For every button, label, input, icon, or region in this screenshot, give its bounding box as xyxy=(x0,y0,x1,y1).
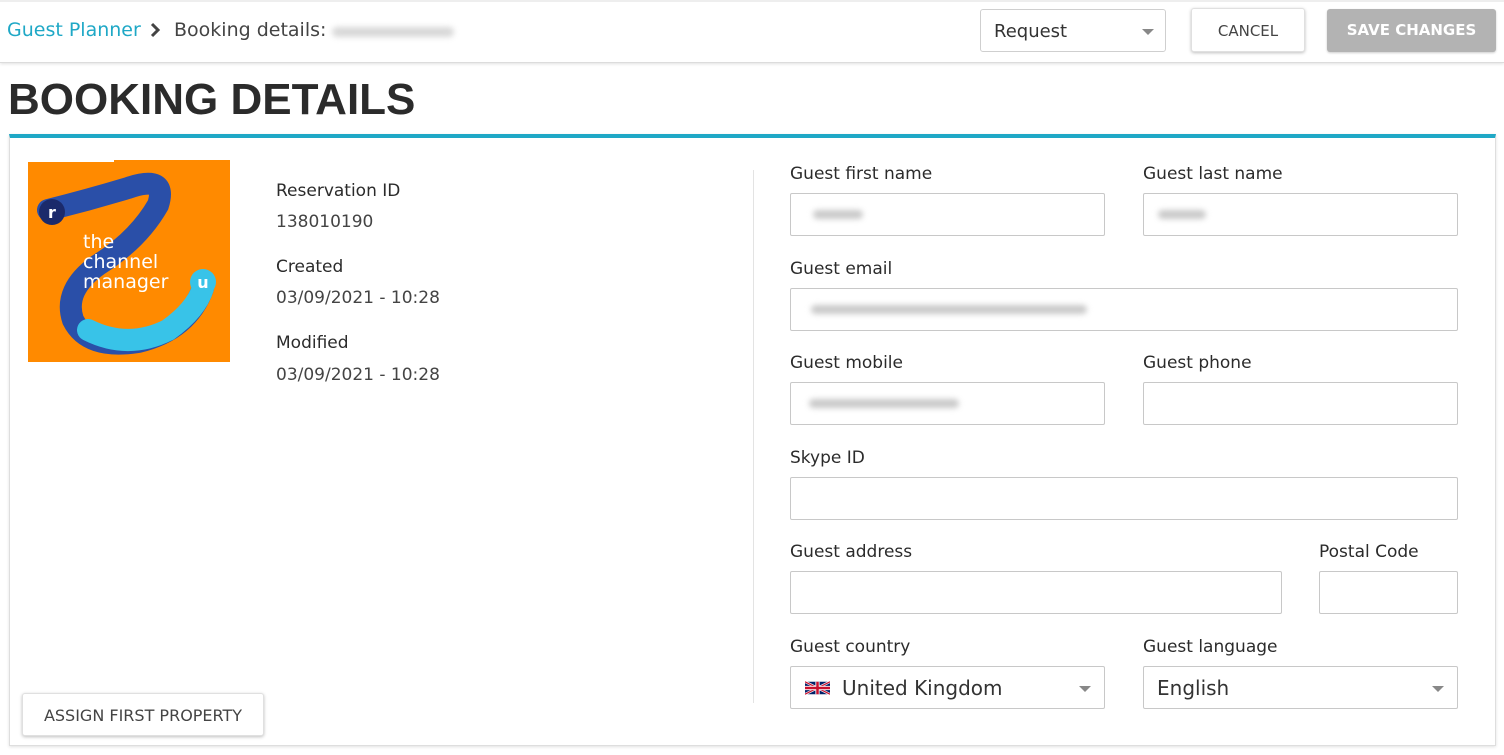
language-select[interactable]: English xyxy=(1143,666,1458,709)
skype-id-input[interactable] xyxy=(790,477,1458,520)
booking-status-select[interactable]: Request xyxy=(980,9,1166,52)
postal-code-input[interactable] xyxy=(1319,571,1458,614)
phone-label: Guest phone xyxy=(1143,353,1252,373)
logo-top-strip xyxy=(28,160,114,162)
redacted-text xyxy=(813,210,863,219)
address-label: Guest address xyxy=(790,542,913,562)
modified-label: Modified xyxy=(276,333,349,353)
mobile-label: Guest mobile xyxy=(790,353,903,373)
logo-word-the: the xyxy=(83,231,114,253)
mobile-input[interactable] xyxy=(790,382,1105,425)
breadcrumb-guest-planner-link[interactable]: Guest Planner xyxy=(7,19,141,41)
reservation-id-value: 138010190 xyxy=(276,212,374,232)
last-name-input[interactable] xyxy=(1143,193,1458,236)
breadcrumb-current: Booking details: xyxy=(174,19,327,41)
top-bar: Guest Planner Booking details: Request C… xyxy=(0,0,1504,63)
chevron-down-icon xyxy=(1142,29,1154,35)
language-value: English xyxy=(1157,676,1230,700)
email-label: Guest email xyxy=(790,259,893,279)
country-select[interactable]: United Kingdom xyxy=(790,666,1105,709)
redacted-text xyxy=(809,399,959,408)
created-value: 03/09/2021 - 10:28 xyxy=(276,288,440,308)
skype-id-label: Skype ID xyxy=(790,448,865,468)
postal-code-label: Postal Code xyxy=(1319,542,1419,562)
country-label: Guest country xyxy=(790,637,911,657)
chevron-down-icon xyxy=(1432,686,1444,692)
save-changes-button[interactable]: SAVE CHANGES xyxy=(1327,9,1496,52)
logo-letter-r: r xyxy=(48,203,56,222)
redacted-guest-name xyxy=(332,27,454,37)
last-name-label: Guest last name xyxy=(1143,164,1283,184)
address-input[interactable] xyxy=(790,571,1282,614)
logo-word-manager: manager xyxy=(83,271,169,293)
logo-letter-u: u xyxy=(197,273,208,292)
redacted-text xyxy=(811,305,1087,314)
booking-status-value: Request xyxy=(994,21,1068,42)
country-value: United Kingdom xyxy=(842,676,1003,700)
column-divider xyxy=(753,170,754,703)
language-label: Guest language xyxy=(1143,637,1278,657)
top-divider xyxy=(0,0,1504,2)
phone-input[interactable] xyxy=(1143,382,1458,425)
chevron-right-icon xyxy=(150,22,161,38)
page-title: BOOKING DETAILS xyxy=(8,75,416,124)
channel-manager-logo: r u the channel manager xyxy=(28,160,230,362)
first-name-input[interactable] xyxy=(790,193,1105,236)
uk-flag-icon xyxy=(805,681,830,695)
logo-word-channel: channel xyxy=(83,251,158,273)
created-label: Created xyxy=(276,257,344,277)
first-name-label: Guest first name xyxy=(790,164,933,184)
assign-first-property-button[interactable]: ASSIGN FIRST PROPERTY xyxy=(22,693,264,736)
reservation-id-label: Reservation ID xyxy=(276,181,401,201)
email-input[interactable] xyxy=(790,288,1458,331)
cancel-button[interactable]: CANCEL xyxy=(1191,8,1305,52)
redacted-text xyxy=(1158,210,1206,219)
chevron-down-icon xyxy=(1079,686,1091,692)
modified-value: 03/09/2021 - 10:28 xyxy=(276,365,440,385)
